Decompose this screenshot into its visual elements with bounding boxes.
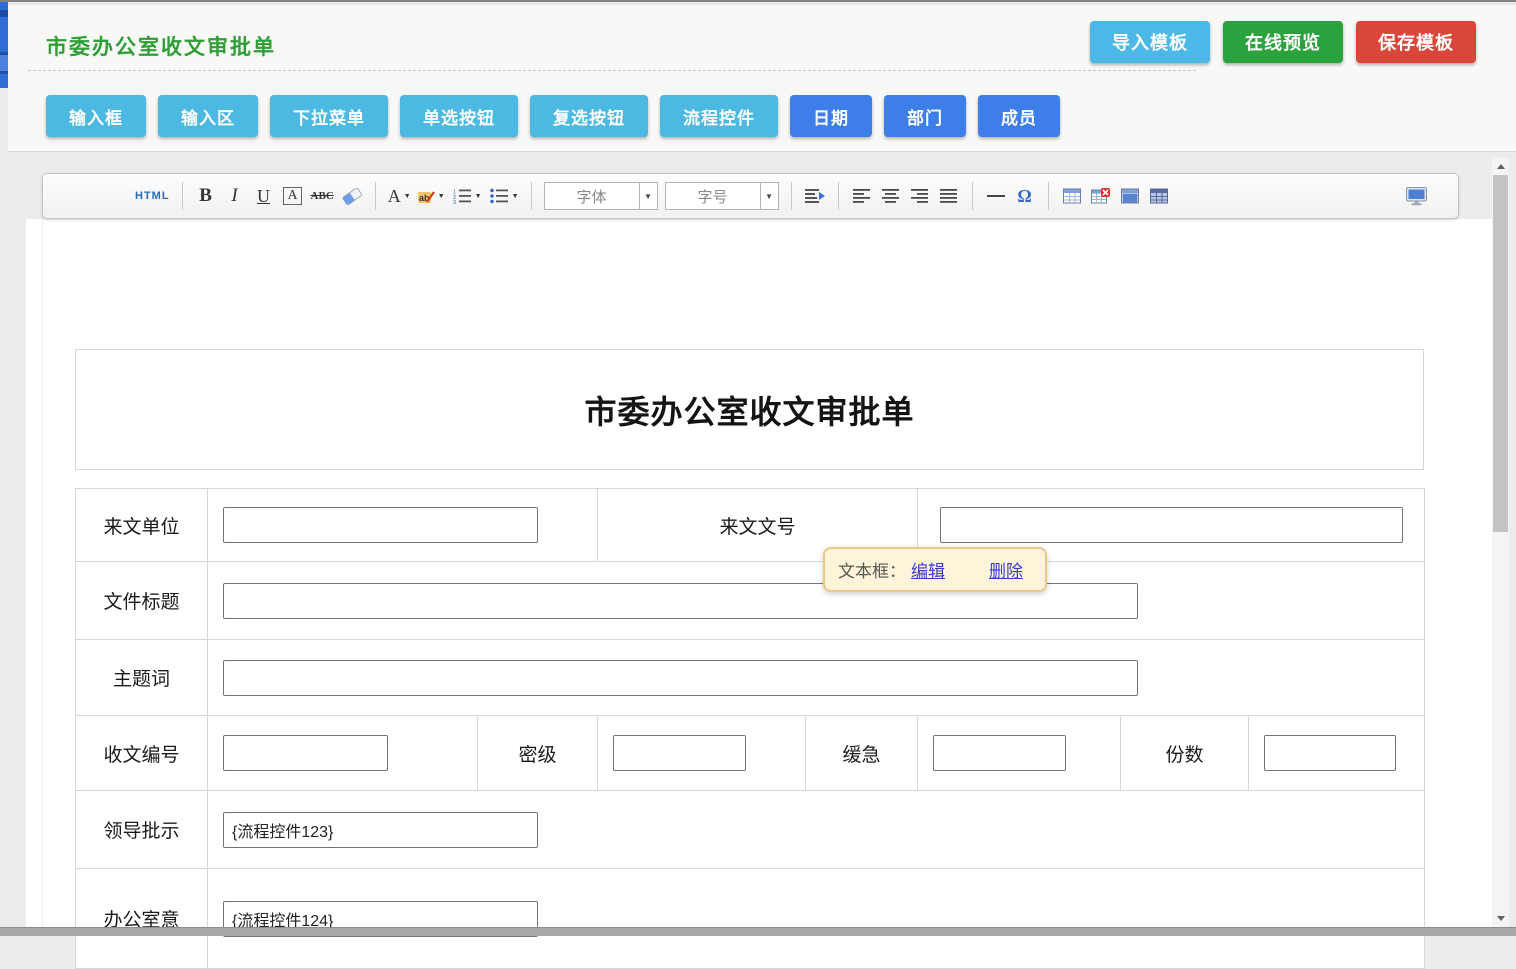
indent-icon[interactable] — [804, 182, 826, 210]
italic-icon[interactable]: I — [224, 182, 246, 210]
header-action-buttons: 导入模板 在线预览 保存模板 — [1090, 21, 1476, 63]
tooltip-delete-link[interactable]: 删除 — [989, 557, 1023, 582]
editor-frame-edge — [42, 219, 43, 935]
window-top-edge — [0, 0, 1516, 5]
unordered-list-icon[interactable]: ▼ — [489, 182, 519, 210]
ordered-list-icon[interactable]: 1 2 3 ▼ — [452, 182, 482, 210]
table-row: 文件标题 — [76, 562, 1425, 640]
header-divider — [28, 70, 1196, 71]
field-label-receipt-number: 收文编号 — [76, 716, 208, 791]
control-button-dropdown[interactable]: 下拉菜单 — [270, 95, 388, 137]
delete-table-icon[interactable] — [1090, 182, 1112, 210]
toolbar-separator — [1048, 182, 1049, 210]
cell-properties-icon[interactable] — [1148, 182, 1170, 210]
field-label-subject-words: 主题词 — [76, 640, 208, 716]
bold-icon[interactable]: B — [195, 182, 217, 210]
approval-form-table: 来文单位 来文文号 文件标题 主题词 收文编号 密级 缓急 份数 领导批示 办公… — [75, 488, 1425, 969]
align-center-icon[interactable] — [880, 182, 902, 210]
field-label-leader-instructions: 领导批示 — [76, 791, 208, 869]
table-row: 领导批示 — [76, 791, 1425, 869]
editor-toolbar: HTML B I U A ABC A▼ ab ▼ 1 2 3 ▼ — [42, 173, 1459, 219]
eraser-icon[interactable] — [341, 182, 363, 210]
font-family-select[interactable]: 字体 ▼ — [544, 182, 658, 210]
table-row: 主题词 — [76, 640, 1425, 716]
source-code-icon[interactable]: HTML — [135, 182, 170, 210]
table-row: 办公室意 — [76, 869, 1425, 969]
background-window-edge — [0, 2, 8, 88]
import-template-button[interactable]: 导入模板 — [1090, 21, 1210, 63]
field-label-urgency: 缓急 — [806, 716, 918, 791]
field-label-office-opinion: 办公室意 — [76, 869, 208, 969]
toolbar-separator — [838, 182, 839, 210]
form-control-buttons: 输入框 输入区 下拉菜单 单选按钮 复选按钮 流程控件 日期 部门 成员 — [46, 95, 1060, 137]
background-window-mark — [0, 52, 8, 74]
field-label-doc-title: 文件标题 — [76, 562, 208, 640]
leader-instructions-input[interactable] — [223, 812, 538, 848]
align-left-icon[interactable] — [851, 182, 873, 210]
control-button-textarea[interactable]: 输入区 — [158, 95, 258, 137]
control-button-flow-control[interactable]: 流程控件 — [660, 95, 778, 137]
highlight-icon[interactable]: ab ▼ — [418, 182, 445, 210]
control-button-checkbox[interactable]: 复选按钮 — [530, 95, 648, 137]
font-size-select[interactable]: 字号 ▼ — [665, 182, 779, 210]
svg-text:3: 3 — [453, 200, 456, 204]
toolbar-separator — [182, 182, 183, 210]
incoming-unit-input[interactable] — [223, 507, 538, 543]
scrollbar-thumb[interactable] — [1493, 175, 1508, 532]
special-char-icon[interactable]: Ω — [1014, 182, 1036, 210]
control-button-input-box[interactable]: 输入框 — [46, 95, 146, 137]
urgency-input[interactable] — [933, 735, 1066, 771]
toolbar-separator — [375, 182, 376, 210]
form-title-box: 市委办公室收文审批单 — [75, 349, 1424, 470]
align-right-icon[interactable] — [909, 182, 931, 210]
form-title: 市委办公室收文审批单 — [584, 387, 914, 433]
table-row: 来文单位 来文文号 — [76, 489, 1425, 562]
strikethrough-icon[interactable]: ABC — [311, 182, 334, 210]
field-label-incoming-unit: 来文单位 — [76, 489, 208, 562]
boxed-font-icon[interactable]: A — [282, 182, 304, 210]
receipt-number-input[interactable] — [223, 735, 388, 771]
chevron-down-icon: ▼ — [760, 183, 778, 209]
horizontal-rule-icon[interactable] — [985, 182, 1007, 210]
save-template-button[interactable]: 保存模板 — [1356, 21, 1476, 63]
copies-input[interactable] — [1264, 735, 1396, 771]
table-row: 收文编号 密级 缓急 份数 — [76, 716, 1425, 791]
insert-table-icon[interactable] — [1061, 182, 1083, 210]
online-preview-button[interactable]: 在线预览 — [1223, 21, 1343, 63]
secrecy-level-input[interactable] — [613, 735, 746, 771]
fullscreen-icon[interactable] — [1405, 182, 1428, 210]
scroll-up-arrow[interactable] — [1492, 158, 1509, 175]
incoming-doc-number-input[interactable] — [940, 507, 1403, 543]
control-button-department[interactable]: 部门 — [884, 95, 966, 137]
toolbar-separator — [972, 182, 973, 210]
control-tooltip: 文本框： 编辑 删除 — [823, 547, 1047, 592]
underline-icon[interactable]: U — [253, 182, 275, 210]
control-button-member[interactable]: 成员 — [978, 95, 1060, 137]
scroll-down-arrow[interactable] — [1492, 910, 1509, 927]
toolbar-separator — [791, 182, 792, 210]
control-button-radio[interactable]: 单选按钮 — [400, 95, 518, 137]
control-button-date[interactable]: 日期 — [790, 95, 872, 137]
subject-words-input[interactable] — [223, 660, 1138, 696]
background-window-mark — [0, 10, 8, 17]
font-color-icon[interactable]: A▼ — [388, 182, 411, 210]
align-justify-icon[interactable] — [938, 182, 960, 210]
chevron-down-icon: ▼ — [639, 183, 657, 209]
page-header: 市委办公室收文审批单 导入模板 在线预览 保存模板 输入框 输入区 下拉菜单 单… — [8, 5, 1516, 152]
field-label-secrecy-level: 密级 — [478, 716, 598, 791]
table-properties-icon[interactable] — [1119, 182, 1141, 210]
field-label-copies: 份数 — [1121, 716, 1249, 791]
vertical-scrollbar[interactable] — [1492, 158, 1509, 927]
toolbar-separator — [531, 182, 532, 210]
page-title: 市委办公室收文审批单 — [46, 31, 276, 61]
tooltip-edit-link[interactable]: 编辑 — [911, 557, 945, 582]
tooltip-label: 文本框： — [838, 557, 906, 582]
